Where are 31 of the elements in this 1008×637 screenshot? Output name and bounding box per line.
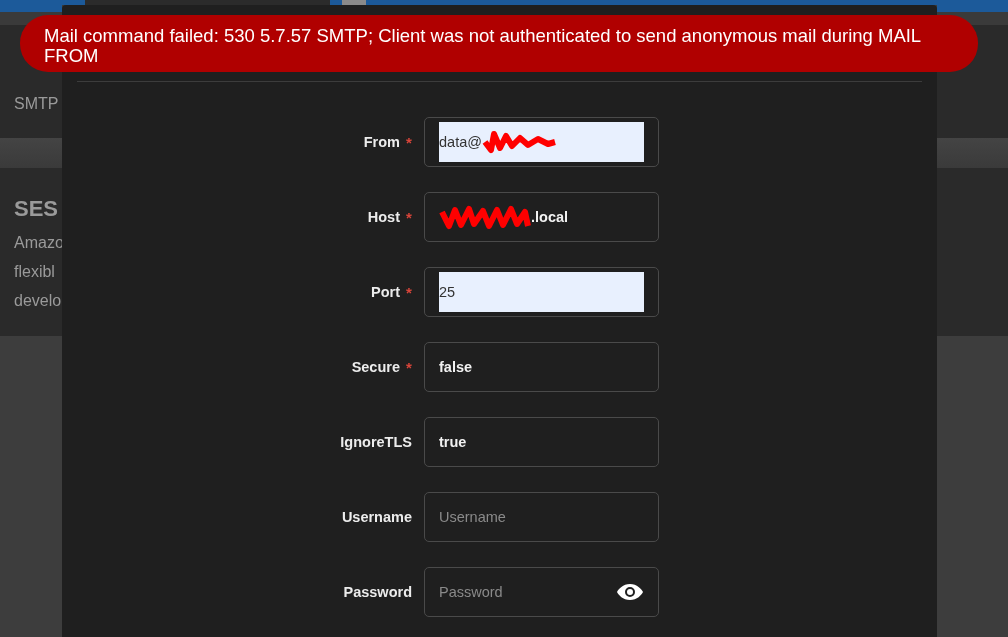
card-text: develo	[14, 291, 62, 311]
error-message: Mail command failed: 530 5.7.57 SMTP; Client was not authenticated to send anonymous mail during MAIL FROM	[44, 25, 922, 66]
input-field[interactable]: 25	[424, 267, 659, 317]
field-label: Secure	[351, 359, 400, 375]
card-text: SMTP	[14, 94, 60, 114]
field-label: Port	[371, 284, 400, 300]
field-label: Host	[367, 209, 400, 225]
field-label: From	[363, 134, 400, 150]
eye-icon[interactable]	[616, 583, 644, 601]
card-title: SES	[14, 195, 60, 223]
field-label: Password	[343, 584, 412, 600]
placeholder-text: Username	[439, 509, 506, 525]
field-label: Username	[341, 509, 412, 525]
input-field[interactable]: Password	[424, 567, 659, 617]
input-field[interactable]: data@	[424, 117, 659, 167]
field-value: data@	[439, 134, 482, 150]
required-mark: *	[406, 358, 412, 376]
required-mark: *	[406, 133, 412, 151]
field-value: 25	[439, 284, 456, 300]
card-text: flexibl	[14, 262, 56, 282]
field-label: IgnoreTLS	[340, 434, 412, 450]
input-field[interactable]: Username	[424, 492, 659, 542]
required-mark: *	[406, 208, 412, 226]
input-field[interactable]: true	[424, 417, 659, 467]
required-mark: *	[406, 283, 412, 301]
field-value: .local	[531, 209, 569, 225]
input-field[interactable]: .local	[424, 192, 659, 242]
placeholder-text: Password	[439, 584, 503, 600]
input-field[interactable]: false	[424, 342, 659, 392]
field-value: false	[439, 359, 473, 375]
field-value: true	[439, 434, 467, 450]
